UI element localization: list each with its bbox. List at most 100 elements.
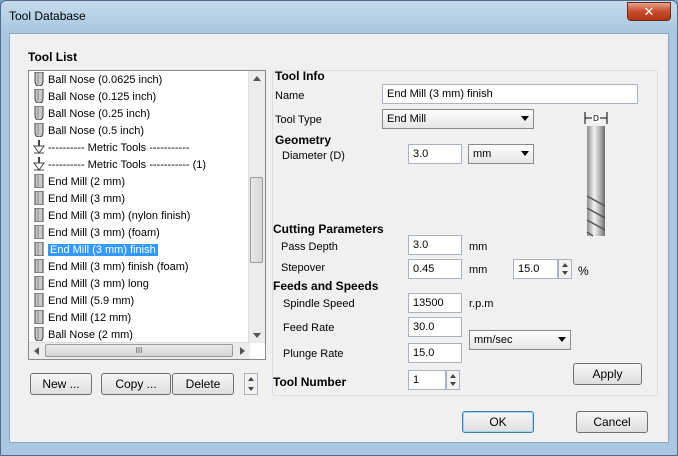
list-item-label: End Mill (3 mm) finish <box>48 244 158 256</box>
list-item[interactable]: Ball Nose (0.125 inch) <box>33 88 157 106</box>
tool-type-dropdown[interactable]: End Mill <box>382 109 534 129</box>
end-mill-icon <box>33 258 45 274</box>
list-item[interactable]: Ball Nose (0.25 inch) <box>33 105 151 123</box>
diameter-unit-value: mm <box>473 148 492 160</box>
list-item[interactable]: ---------- Metric Tools ----------- (1) <box>33 157 206 174</box>
end-mill-diagram-icon: D <box>584 112 608 237</box>
copy-tool-button[interactable]: Copy ... <box>101 373 171 395</box>
list-item[interactable]: Ball Nose (0.0625 inch) <box>33 71 163 89</box>
stepover-field[interactable]: 0.45 <box>408 259 462 279</box>
diameter-field[interactable]: 3.0 <box>408 144 462 164</box>
feed-rate-label: Feed Rate <box>283 322 335 334</box>
spindle-speed-unit: r.p.m <box>469 298 494 310</box>
scroll-up-icon[interactable] <box>253 76 261 81</box>
diameter-unit-dropdown[interactable]: mm <box>468 144 534 164</box>
chevron-down-icon <box>521 151 529 156</box>
end-mill-icon <box>33 241 45 257</box>
feeds-speeds-heading: Feeds and Speeds <box>273 279 379 293</box>
new-tool-button[interactable]: New ... <box>30 373 92 395</box>
list-item-label: End Mill (3 mm) long <box>48 278 149 290</box>
ball-nose-icon <box>33 105 45 121</box>
end-mill-icon <box>33 275 45 291</box>
ball-nose-icon <box>33 122 45 138</box>
cutting-parameters-heading: Cutting Parameters <box>273 222 384 236</box>
move-up-icon[interactable] <box>248 377 254 381</box>
stepover-percent-stepper[interactable] <box>558 259 572 279</box>
ok-button[interactable]: OK <box>462 411 534 433</box>
chevron-down-icon <box>558 337 566 342</box>
scroll-right-icon[interactable] <box>240 347 245 355</box>
tool-number-field[interactable]: 1 <box>408 370 446 390</box>
scroll-down-icon[interactable] <box>253 333 261 338</box>
pass-depth-unit: mm <box>469 241 488 253</box>
spindle-speed-label: Spindle Speed <box>283 298 355 310</box>
move-down-icon[interactable] <box>248 387 254 391</box>
list-item[interactable]: End Mill (2 mm) <box>33 173 126 191</box>
tool-type-label: Tool Type <box>275 114 322 126</box>
increment-icon[interactable] <box>562 263 568 267</box>
list-item-label: End Mill (3 mm) (nylon finish) <box>48 210 191 222</box>
stepover-percent-field[interactable]: 15.0 <box>513 259 558 279</box>
list-item-label: End Mill (2 mm) <box>48 176 126 188</box>
decrement-icon[interactable] <box>450 382 456 386</box>
geometry-heading: Geometry <box>275 133 332 147</box>
scroll-left-icon[interactable] <box>34 347 39 355</box>
close-button[interactable]: ✕ <box>627 2 671 21</box>
pass-depth-field[interactable]: 3.0 <box>408 235 462 255</box>
list-item[interactable]: End Mill (3 mm) finish (foam) <box>33 258 189 276</box>
diameter-label: Diameter (D) <box>282 150 345 162</box>
tool-list[interactable]: Ball Nose (0.0625 inch) Ball Nose (0.125 … <box>28 70 266 360</box>
list-item[interactable]: ---------- Metric Tools ----------- <box>33 140 190 157</box>
plunge-rate-field[interactable]: 15.0 <box>408 343 462 363</box>
list-item-label: Ball Nose (0.125 inch) <box>48 91 157 103</box>
list-item[interactable]: End Mill (3 mm) <box>33 190 126 208</box>
list-order-stepper[interactable] <box>244 373 258 395</box>
list-item-label: End Mill (3 mm) (foam) <box>48 227 160 239</box>
list-item[interactable]: Ball Nose (0.5 inch) <box>33 122 144 140</box>
horizontal-scrollbar[interactable]: III <box>29 342 250 359</box>
list-item[interactable]: End Mill (5.9 mm) <box>33 292 135 310</box>
list-item-label: Ball Nose (0.5 inch) <box>48 125 144 137</box>
list-item[interactable]: End Mill (3 mm) long <box>33 275 149 293</box>
list-item-label: ---------- Metric Tools ----------- <box>48 142 190 154</box>
ball-nose-icon <box>33 71 45 87</box>
percent-sign: % <box>578 264 589 278</box>
list-item[interactable]: End Mill (3 mm) (foam) <box>33 224 160 242</box>
increment-icon[interactable] <box>450 374 456 378</box>
cancel-button[interactable]: Cancel <box>576 411 648 433</box>
name-label: Name <box>275 90 305 102</box>
delete-tool-button[interactable]: Delete <box>172 373 234 395</box>
list-item-label: Ball Nose (0.0625 inch) <box>48 74 163 86</box>
tool-type-value: End Mill <box>387 113 427 125</box>
spindle-speed-field[interactable]: 13500 <box>408 293 462 313</box>
list-item[interactable]: End Mill (12 mm) <box>33 309 132 327</box>
diameter-dimension-label: D <box>593 114 599 123</box>
dialog-body: Tool List Ball Nose (0.0625 inch) Ball No… <box>9 33 669 443</box>
vertical-scroll-thumb[interactable] <box>250 177 263 263</box>
tool-name-field[interactable]: End Mill (3 mm) finish <box>382 84 638 104</box>
list-item-label: End Mill (3 mm) finish (foam) <box>48 261 189 273</box>
stepover-unit: mm <box>469 264 488 276</box>
end-mill-icon <box>33 207 45 223</box>
tool-number-stepper[interactable] <box>446 370 460 390</box>
plunge-rate-label: Plunge Rate <box>283 348 344 360</box>
decrement-icon[interactable] <box>562 271 568 275</box>
list-item-label: Ball Nose (0.25 inch) <box>48 108 151 120</box>
stepover-label: Stepover <box>281 262 326 274</box>
window-title: Tool Database <box>9 9 86 23</box>
list-item[interactable]: End Mill (3 mm) (nylon finish) <box>33 207 191 225</box>
list-item-selected[interactable]: End Mill (3 mm) finish <box>33 241 158 259</box>
apply-button[interactable]: Apply <box>573 363 642 385</box>
horizontal-scroll-thumb[interactable]: III <box>45 344 233 357</box>
feed-rate-field[interactable]: 30.0 <box>408 317 462 337</box>
separator-arrow-icon <box>33 157 45 171</box>
title-bar[interactable]: Tool Database ✕ <box>1 1 677 33</box>
list-item-label: End Mill (3 mm) <box>48 193 126 205</box>
rate-unit-value: mm/sec <box>474 334 513 346</box>
rate-unit-dropdown[interactable]: mm/sec <box>469 330 571 350</box>
end-mill-icon <box>33 309 45 325</box>
vertical-scrollbar[interactable] <box>248 71 265 343</box>
separator-arrow-icon <box>33 140 45 154</box>
list-item-label: End Mill (12 mm) <box>48 312 132 324</box>
list-item-label: End Mill (5.9 mm) <box>48 295 135 307</box>
